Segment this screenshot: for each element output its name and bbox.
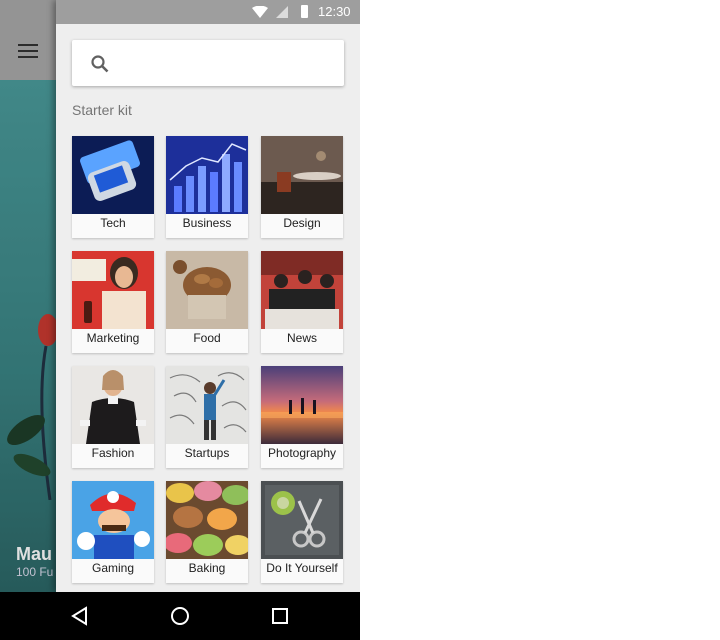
signal-icon (276, 6, 288, 18)
category-tile-news[interactable]: News (261, 251, 343, 353)
category-label: Startups (184, 446, 230, 460)
status-bar: 12:30 (56, 0, 360, 24)
startups-thumbnail (166, 366, 248, 444)
diy-thumbnail (261, 481, 343, 559)
category-label: Marketing (86, 331, 140, 345)
home-icon[interactable] (170, 606, 190, 626)
back-icon[interactable] (70, 606, 90, 626)
category-tile-food[interactable]: Food (166, 251, 248, 353)
category-label: Fashion (91, 446, 135, 460)
battery-icon (301, 5, 308, 18)
photography-thumbnail (261, 366, 343, 444)
baking-thumbnail (166, 481, 248, 559)
category-label: Gaming (91, 561, 135, 575)
category-tile-startups[interactable]: Startups (166, 366, 248, 468)
fashion-thumbnail (72, 366, 154, 444)
category-label: Photography (267, 446, 337, 460)
category-label: Design (283, 216, 321, 230)
category-tile-diy[interactable]: Do It Yourself (261, 481, 343, 583)
phone-screen: Mau 100 Fu 12:30 Starter kit Tech Busine… (0, 0, 360, 640)
business-thumbnail (166, 136, 248, 214)
marketing-thumbnail (72, 251, 154, 329)
search-icon[interactable] (90, 54, 110, 74)
search-input[interactable] (72, 40, 344, 86)
category-tile-fashion[interactable]: Fashion (72, 366, 154, 468)
category-tile-gaming[interactable]: Gaming (72, 481, 154, 583)
category-label: Food (193, 331, 221, 345)
food-thumbnail (166, 251, 248, 329)
gaming-thumbnail (72, 481, 154, 559)
category-tile-marketing[interactable]: Marketing (72, 251, 154, 353)
wifi-icon (252, 6, 268, 18)
category-tile-design[interactable]: Design (261, 136, 343, 238)
category-label: Baking (188, 561, 226, 575)
category-tile-photography[interactable]: Photography (261, 366, 343, 468)
status-time: 12:30 (318, 4, 351, 19)
design-thumbnail (261, 136, 343, 214)
recents-icon[interactable] (272, 608, 288, 624)
category-tile-tech[interactable]: Tech (72, 136, 154, 238)
category-tile-business[interactable]: Business (166, 136, 248, 238)
category-label: News (286, 331, 317, 345)
category-label: Business (182, 216, 232, 230)
news-thumbnail (261, 251, 343, 329)
navigation-drawer: 12:30 Starter kit Tech Business Design M… (56, 0, 360, 592)
tech-thumbnail (72, 136, 154, 214)
category-tile-baking[interactable]: Baking (166, 481, 248, 583)
category-label: Do It Yourself (266, 561, 338, 575)
section-title: Starter kit (72, 102, 132, 118)
system-navigation-bar (0, 592, 360, 640)
category-label: Tech (100, 216, 126, 230)
